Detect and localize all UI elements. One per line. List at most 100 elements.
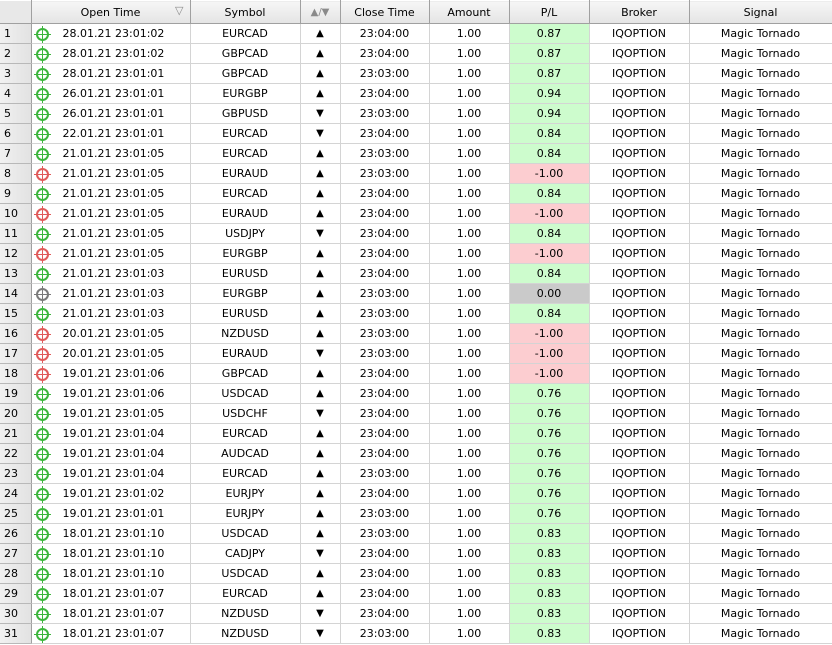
table-row[interactable]: 20 19.01.21 23:01:05 USDCHF ▼ 23:04:00 1.00 0.… [0, 403, 832, 424]
signal-cell[interactable]: Magic Tornado [689, 283, 832, 304]
direction-down-icon[interactable]: ▼ [300, 603, 341, 624]
pl-cell[interactable]: 0.94 [509, 83, 590, 104]
table-row[interactable]: 12 21.01.21 23:01:05 EURGBP ▲ 23:04:00 1.00 -1… [0, 243, 832, 264]
table-row[interactable]: 5 26.01.21 23:01:01 GBPUSD ▼ 23:03:00 1.00 0.9… [0, 103, 832, 124]
open-time-cell[interactable]: 21.01.21 23:01:05 [31, 203, 191, 224]
close-time-cell[interactable]: 23:04:00 [340, 603, 430, 624]
amount-cell[interactable]: 1.00 [429, 523, 510, 544]
broker-cell[interactable]: IQOPTION [589, 143, 690, 164]
symbol-cell[interactable]: EURJPY [190, 483, 301, 504]
direction-up-icon[interactable]: ▲ [300, 523, 341, 544]
open-time-cell[interactable]: 26.01.21 23:01:01 [31, 83, 191, 104]
table-row[interactable]: 10 21.01.21 23:01:05 EURAUD ▲ 23:04:00 1.00 -1… [0, 203, 832, 224]
signal-cell[interactable]: Magic Tornado [689, 423, 832, 444]
open-time-cell[interactable]: 28.01.21 23:01:02 [31, 23, 191, 44]
amount-cell[interactable]: 1.00 [429, 463, 510, 484]
direction-up-icon[interactable]: ▲ [300, 303, 341, 324]
signal-cell[interactable]: Magic Tornado [689, 83, 832, 104]
signal-cell[interactable]: Magic Tornado [689, 303, 832, 324]
pl-cell[interactable]: 0.76 [509, 403, 590, 424]
direction-down-icon[interactable]: ▼ [300, 123, 341, 144]
table-row[interactable]: 11 21.01.21 23:01:05 USDJPY ▼ 23:04:00 1.00 0.… [0, 223, 832, 244]
open-time-cell[interactable]: 18.01.21 23:01:10 [31, 523, 191, 544]
amount-cell[interactable]: 1.00 [429, 503, 510, 524]
row-number[interactable]: 27 [0, 543, 32, 564]
pl-cell[interactable]: 0.87 [509, 43, 590, 64]
table-row[interactable]: 26 18.01.21 23:01:10 USDCAD ▲ 23:03:00 1.00 0.… [0, 523, 832, 544]
direction-down-icon[interactable]: ▼ [300, 403, 341, 424]
row-number[interactable]: 16 [0, 323, 32, 344]
signal-cell[interactable]: Magic Tornado [689, 163, 832, 184]
broker-cell[interactable]: IQOPTION [589, 223, 690, 244]
close-time-cell[interactable]: 23:03:00 [340, 523, 430, 544]
symbol-cell[interactable]: USDCAD [190, 383, 301, 404]
direction-down-icon[interactable]: ▼ [300, 223, 341, 244]
direction-up-icon[interactable]: ▲ [300, 23, 341, 44]
table-row[interactable]: 17 20.01.21 23:01:05 EURAUD ▼ 23:03:00 1.00 -1… [0, 343, 832, 364]
symbol-cell[interactable]: EURUSD [190, 303, 301, 324]
amount-cell[interactable]: 1.00 [429, 263, 510, 284]
row-number[interactable]: 15 [0, 303, 32, 324]
amount-cell[interactable]: 1.00 [429, 103, 510, 124]
symbol-cell[interactable]: EURJPY [190, 503, 301, 524]
open-time-cell[interactable]: 21.01.21 23:01:05 [31, 243, 191, 264]
broker-cell[interactable]: IQOPTION [589, 303, 690, 324]
open-time-cell[interactable]: 20.01.21 23:01:05 [31, 323, 191, 344]
pl-cell[interactable]: 0.76 [509, 443, 590, 464]
symbol-cell[interactable]: GBPUSD [190, 103, 301, 124]
direction-down-icon[interactable]: ▼ [300, 343, 341, 364]
row-number[interactable]: 11 [0, 223, 32, 244]
row-number[interactable]: 20 [0, 403, 32, 424]
direction-down-icon[interactable]: ▼ [300, 543, 341, 564]
header-corner[interactable] [0, 0, 32, 24]
broker-cell[interactable]: IQOPTION [589, 183, 690, 204]
amount-cell[interactable]: 1.00 [429, 123, 510, 144]
row-number[interactable]: 31 [0, 623, 32, 644]
pl-cell[interactable]: 0.83 [509, 543, 590, 564]
symbol-cell[interactable]: EURCAD [190, 183, 301, 204]
table-row[interactable]: 29 18.01.21 23:01:07 EURCAD ▲ 23:04:00 1.00 0.… [0, 583, 832, 604]
broker-cell[interactable]: IQOPTION [589, 403, 690, 424]
symbol-cell[interactable]: EURAUD [190, 163, 301, 184]
table-row[interactable]: 6 22.01.21 23:01:01 EURCAD ▼ 23:04:00 1.00 0.8… [0, 123, 832, 144]
table-row[interactable]: 9 21.01.21 23:01:05 EURCAD ▲ 23:04:00 1.00 0.8… [0, 183, 832, 204]
signal-cell[interactable]: Magic Tornado [689, 483, 832, 504]
amount-cell[interactable]: 1.00 [429, 603, 510, 624]
signal-cell[interactable]: Magic Tornado [689, 623, 832, 644]
symbol-cell[interactable]: EURCAD [190, 423, 301, 444]
open-time-cell[interactable]: 22.01.21 23:01:01 [31, 123, 191, 144]
row-number[interactable]: 28 [0, 563, 32, 584]
symbol-cell[interactable]: AUDCAD [190, 443, 301, 464]
pl-cell[interactable]: 0.94 [509, 103, 590, 124]
amount-cell[interactable]: 1.00 [429, 363, 510, 384]
open-time-cell[interactable]: 21.01.21 23:01:03 [31, 303, 191, 324]
symbol-cell[interactable]: NZDUSD [190, 603, 301, 624]
direction-up-icon[interactable]: ▲ [300, 383, 341, 404]
signal-cell[interactable]: Magic Tornado [689, 103, 832, 124]
open-time-cell[interactable]: 19.01.21 23:01:04 [31, 463, 191, 484]
close-time-cell[interactable]: 23:04:00 [340, 123, 430, 144]
direction-up-icon[interactable]: ▲ [300, 323, 341, 344]
broker-cell[interactable]: IQOPTION [589, 603, 690, 624]
close-time-cell[interactable]: 23:04:00 [340, 243, 430, 264]
direction-up-icon[interactable]: ▲ [300, 483, 341, 504]
close-time-cell[interactable]: 23:04:00 [340, 483, 430, 504]
amount-cell[interactable]: 1.00 [429, 223, 510, 244]
direction-up-icon[interactable]: ▲ [300, 283, 341, 304]
direction-down-icon[interactable]: ▼ [300, 623, 341, 644]
direction-up-icon[interactable]: ▲ [300, 563, 341, 584]
symbol-cell[interactable]: EURCAD [190, 23, 301, 44]
amount-cell[interactable]: 1.00 [429, 443, 510, 464]
close-time-cell[interactable]: 23:04:00 [340, 23, 430, 44]
amount-cell[interactable]: 1.00 [429, 383, 510, 404]
table-row[interactable]: 16 20.01.21 23:01:05 NZDUSD ▲ 23:03:00 1.00 -1… [0, 323, 832, 344]
close-time-cell[interactable]: 23:04:00 [340, 83, 430, 104]
broker-cell[interactable]: IQOPTION [589, 563, 690, 584]
signal-cell[interactable]: Magic Tornado [689, 123, 832, 144]
open-time-cell[interactable]: 21.01.21 23:01:05 [31, 143, 191, 164]
row-number[interactable]: 23 [0, 463, 32, 484]
signal-cell[interactable]: Magic Tornado [689, 143, 832, 164]
open-time-cell[interactable]: 18.01.21 23:01:07 [31, 583, 191, 604]
row-number[interactable]: 18 [0, 363, 32, 384]
amount-cell[interactable]: 1.00 [429, 623, 510, 644]
